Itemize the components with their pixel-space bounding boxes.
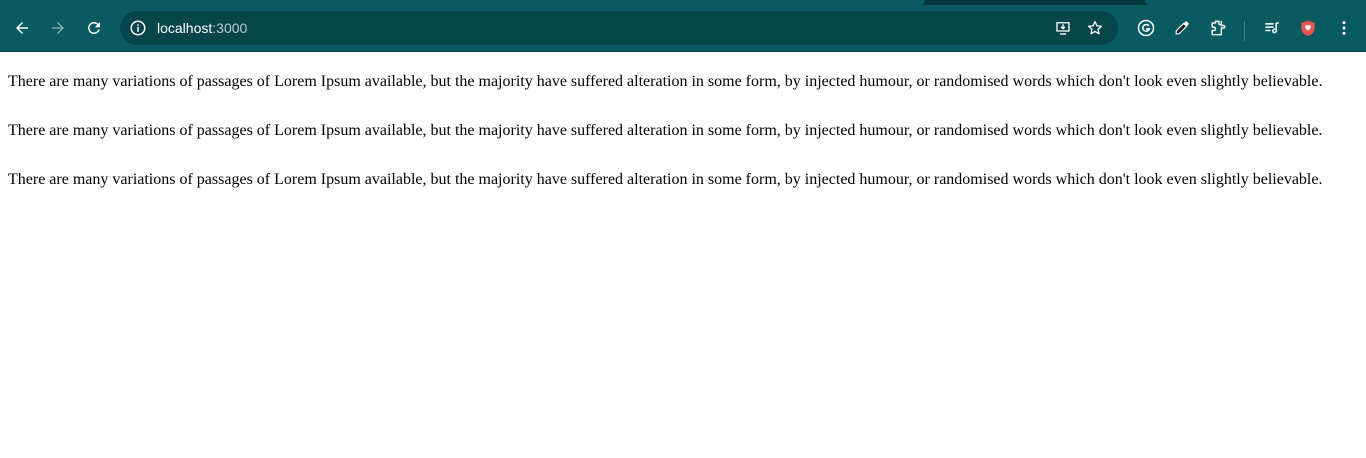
url-host: localhost [157,20,213,36]
forward-button[interactable] [40,10,76,46]
reload-icon [87,21,100,34]
paragraph-3: There are many variations of passages of… [8,171,1323,188]
eyedropper-extension-button[interactable] [1164,10,1200,46]
site-info-icon[interactable] [129,19,147,37]
menu-icon [1342,21,1346,35]
extensions-icon [1211,20,1226,36]
reading-list-icon [1265,22,1279,34]
reload-button[interactable] [76,10,112,46]
back-button[interactable] [4,10,40,46]
eyedropper-icon [1175,20,1190,35]
address-bar[interactable]: localhost:3000 [120,11,1118,45]
profile-extension-button[interactable] [1290,10,1326,46]
browser-toolbar: localhost:3000 [0,5,1366,51]
paragraph-2: There are many variations of passages of… [8,122,1323,139]
extensions-button[interactable] [1200,10,1236,46]
paragraph-1: There are many variations of passages of… [8,73,1323,90]
grammarly-extension-button[interactable] [1128,10,1164,46]
grammarly-icon [1137,19,1155,37]
profile-shield-icon [1301,20,1315,36]
back-icon [16,22,28,34]
toolbar-border [0,51,1366,52]
toolbar-divider [1244,21,1245,41]
url-port: :3000 [212,20,248,36]
browser-menu-button[interactable] [1326,10,1362,46]
forward-icon [52,22,64,34]
install-app-icon[interactable] [1054,19,1072,37]
bookmark-star-icon[interactable] [1086,19,1104,37]
reading-list-button[interactable] [1254,10,1290,46]
url-text[interactable]: localhost:3000 [157,19,247,37]
